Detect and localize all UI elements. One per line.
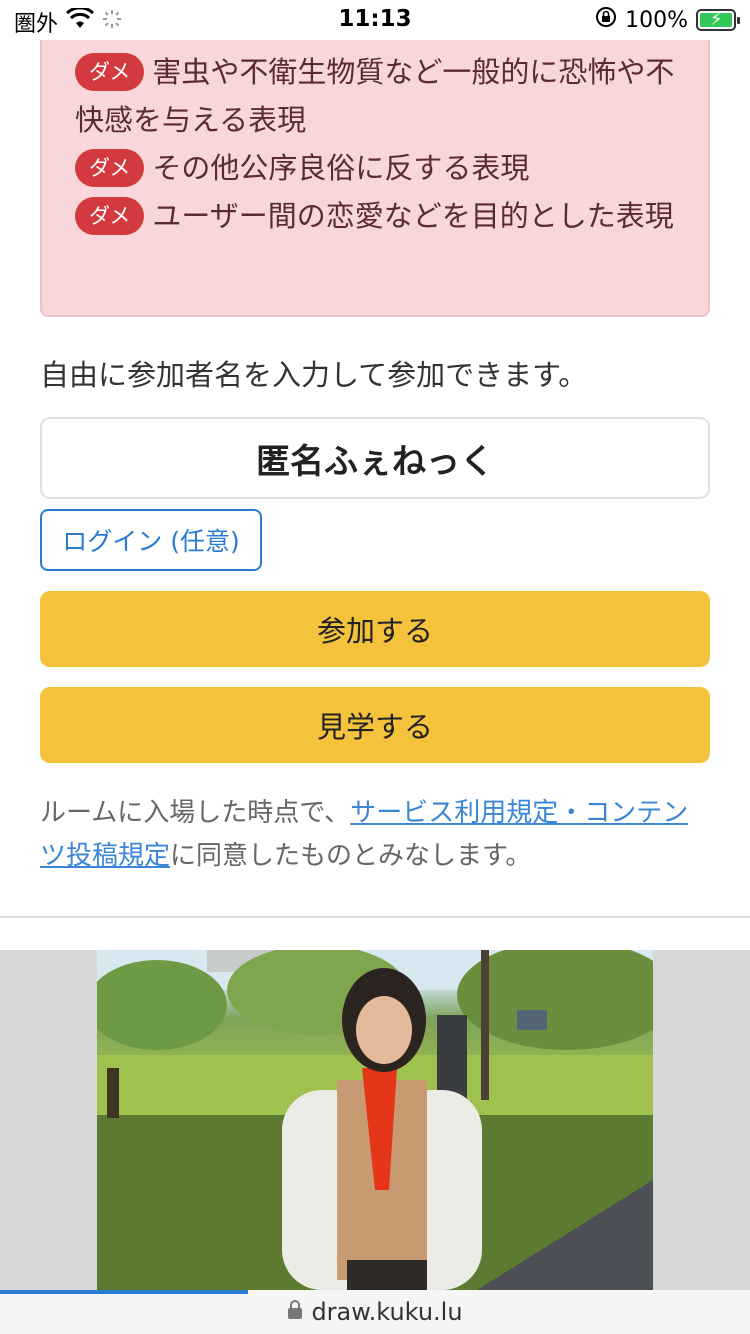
ng-badge: ダメ <box>75 53 145 91</box>
url-text: draw.kuku.lu <box>311 1298 463 1326</box>
lock-icon <box>287 1298 303 1326</box>
rules-list: ダメ 害虫や不衛生物質など一般的に恐怖や不快感を与える表現 ダメ その他公序良俗に反… <box>75 48 685 240</box>
address-bar[interactable]: draw.kuku.lu <box>0 1298 750 1326</box>
join-info-text: 自由に参加者名を入力して参加できます。 <box>40 358 588 392</box>
join-button[interactable]: 参加する <box>40 591 710 667</box>
page-load-progress-bar <box>0 1290 248 1294</box>
rule-item: ダメ ユーザー間の恋愛などを目的とした表現 <box>75 192 685 240</box>
video-ad-frame[interactable] <box>97 950 653 1290</box>
watch-button[interactable]: 見学する <box>40 687 710 763</box>
battery-icon: ⚡ <box>696 9 740 31</box>
rule-text: ユーザー間の恋愛などを目的とした表現 <box>152 199 674 233</box>
status-right: 100% ⚡ <box>595 6 740 34</box>
rules-warning-box: ダメ 害虫や不衛生物質など一般的に恐怖や不快感を与える表現 ダメ その他公序良俗に反… <box>40 20 710 317</box>
terms-suffix: に同意したものとみなします。 <box>170 841 532 871</box>
browser-bottom-bar: draw.kuku.lu <box>0 1290 750 1334</box>
status-bar: 圏外 11:13 100% ⚡ <box>0 0 750 40</box>
rule-text: 害虫や不衛生物質など一般的に恐怖や不快感を与える表現 <box>75 55 675 137</box>
video-thumbnail-image <box>97 950 653 1290</box>
charging-bolt-icon: ⚡ <box>710 9 723 30</box>
section-divider <box>0 916 750 918</box>
battery-percent: 100% <box>625 7 688 33</box>
ng-badge: ダメ <box>75 197 145 235</box>
ng-badge: ダメ <box>75 149 145 187</box>
rule-text: その他公序良俗に反する表現 <box>152 151 530 185</box>
rule-item: ダメ その他公序良俗に反する表現 <box>75 144 685 192</box>
orientation-lock-icon <box>595 6 617 34</box>
rule-item: ダメ 害虫や不衛生物質など一般的に恐怖や不快感を与える表現 <box>75 48 685 144</box>
terms-prefix: ルームに入場した時点で、 <box>40 798 351 828</box>
login-button[interactable]: ログイン (任意) <box>40 509 262 571</box>
participant-name-input[interactable] <box>40 417 710 499</box>
video-ad-area <box>0 950 750 1290</box>
terms-notice: ルームに入場した時点で、サービス利用規定・コンテンツ投稿規定に同意したものとみな… <box>40 792 705 878</box>
